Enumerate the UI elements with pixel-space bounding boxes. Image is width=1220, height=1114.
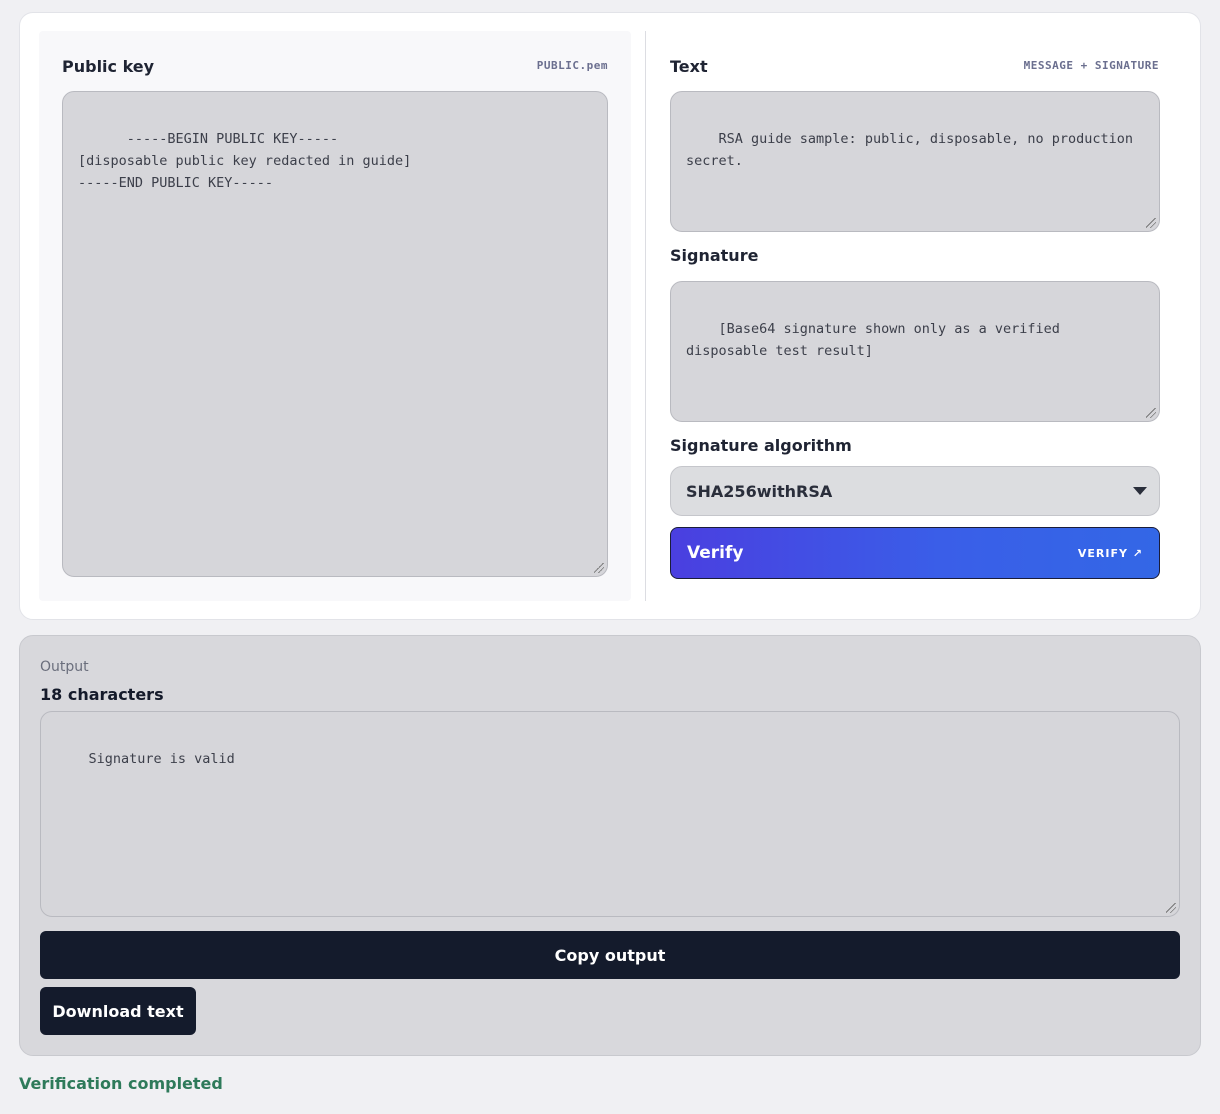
copy-output-button[interactable]: Copy output: [40, 931, 1180, 979]
resize-handle-icon[interactable]: [1146, 218, 1156, 228]
input-card: Public key PUBLIC.pem -----BEGIN PUBLIC …: [19, 12, 1201, 620]
download-text-button[interactable]: Download text: [40, 987, 196, 1035]
signature-label: Signature: [670, 246, 759, 265]
algorithm-select[interactable]: SHA256withRSA: [670, 466, 1160, 516]
text-input[interactable]: RSA guide sample: public, disposable, no…: [670, 91, 1160, 232]
algorithm-label: Signature algorithm: [670, 436, 852, 455]
text-format-tag: MESSAGE + SIGNATURE: [1023, 59, 1159, 72]
output-textarea[interactable]: Signature is valid: [40, 711, 1180, 917]
output-character-count: 18 characters: [40, 685, 164, 704]
algorithm-selected-value: SHA256withRSA: [686, 481, 833, 501]
public-key-format-tag: PUBLIC.pem: [536, 59, 608, 72]
text-value: RSA guide sample: public, disposable, no…: [686, 131, 1142, 169]
verify-button-label: Verify: [687, 543, 744, 563]
public-key-value: -----BEGIN PUBLIC KEY----- [disposable p…: [78, 131, 412, 191]
pane-divider: [645, 31, 646, 601]
signature-value: [Base64 signature shown only as a verifi…: [686, 321, 1069, 359]
public-key-input[interactable]: -----BEGIN PUBLIC KEY----- [disposable p…: [62, 91, 608, 577]
resize-handle-icon[interactable]: [594, 563, 604, 573]
verify-button-tag: VERIFY ↗: [1077, 546, 1143, 560]
status-message: Verification completed: [19, 1074, 223, 1093]
output-card: Output 18 characters Signature is valid …: [19, 635, 1201, 1056]
public-key-pane: Public key PUBLIC.pem -----BEGIN PUBLIC …: [39, 31, 631, 601]
chevron-down-icon: [1133, 487, 1147, 495]
text-label: Text: [670, 57, 708, 76]
resize-handle-icon[interactable]: [1166, 903, 1176, 913]
resize-handle-icon[interactable]: [1146, 408, 1156, 418]
output-value: Signature is valid: [88, 751, 235, 767]
output-caption: Output: [40, 659, 89, 675]
verify-button[interactable]: Verify VERIFY ↗: [670, 527, 1160, 579]
public-key-label: Public key: [62, 57, 155, 76]
signature-input[interactable]: [Base64 signature shown only as a verifi…: [670, 281, 1160, 422]
